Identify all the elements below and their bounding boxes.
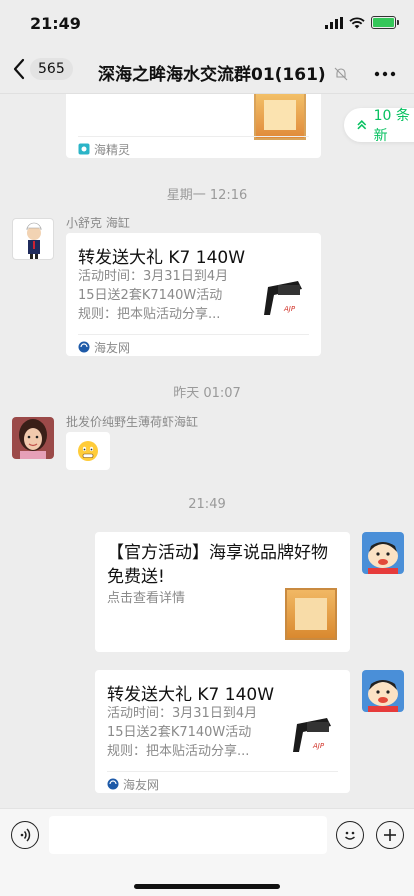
wifi-icon bbox=[349, 16, 365, 28]
app-logo-icon bbox=[78, 341, 90, 353]
chat-title-text: 深海之眸海水交流群01(161) bbox=[98, 65, 326, 85]
svg-text:AJP: AJP bbox=[283, 305, 296, 313]
status-icons bbox=[325, 16, 399, 29]
message-card[interactable]: 转发送大礼 K7 140W 活动时间：3月31日到4月 15日送2套K7140W… bbox=[95, 670, 350, 793]
sender-name: 小舒克 海缸 bbox=[66, 216, 130, 230]
timestamp: 21:49 bbox=[188, 497, 226, 512]
cartoon-avatar-icon bbox=[26, 222, 42, 259]
card-source: 海友网 bbox=[78, 334, 309, 356]
signal-icon bbox=[325, 16, 343, 29]
card-thumbnail: AJP bbox=[287, 708, 339, 760]
card-thumbnail: AJP bbox=[258, 271, 310, 323]
emoji-icon bbox=[345, 831, 355, 840]
chat-title: 深海之眸海水交流群01(161) bbox=[98, 60, 348, 85]
message-card[interactable]: 转发送大礼 K7 140W 活动时间：3月31日到4月 15日送2套K7140W… bbox=[66, 233, 321, 356]
input-bar bbox=[0, 808, 414, 896]
add-icon bbox=[384, 829, 396, 841]
card-description: 点击查看详情 bbox=[107, 591, 186, 606]
card-description: 活动时间：3月31日到4月 15日送2套K7140W活动 规则：把本贴活动分享.… bbox=[107, 706, 258, 759]
avatar[interactable] bbox=[362, 670, 404, 712]
voice-icon bbox=[20, 828, 31, 842]
new-messages-button[interactable]: 10 条新 bbox=[344, 108, 414, 144]
battery-icon bbox=[371, 16, 399, 29]
chat-messages[interactable]: 海精灵 星期一 12:16 小舒克 海缸 转发送大礼 K7 140W 活动时间：… bbox=[0, 94, 414, 808]
app-logo-icon bbox=[78, 143, 90, 155]
back-chevron-icon bbox=[13, 58, 25, 80]
double-chevron-up-icon bbox=[357, 120, 367, 130]
emoji-button[interactable] bbox=[336, 821, 364, 849]
timestamp: 昨天 01:07 bbox=[173, 386, 241, 401]
child-photo-avatar-icon bbox=[12, 417, 54, 459]
lamp-product-icon: AJP bbox=[293, 718, 331, 752]
avatar[interactable] bbox=[12, 218, 54, 260]
emoji-message[interactable] bbox=[66, 432, 110, 470]
more-icon bbox=[374, 71, 396, 77]
chat-header: 565 深海之眸海水交流群01(161) bbox=[0, 48, 414, 94]
card-source-label: 海精灵 bbox=[94, 142, 131, 157]
status-bar: 21:49 bbox=[0, 0, 414, 48]
card-title: 转发送大礼 K7 140W bbox=[107, 685, 275, 705]
timestamp: 星期一 12:16 bbox=[166, 188, 248, 203]
muted-bell-icon bbox=[334, 67, 347, 81]
more-button[interactable] bbox=[374, 58, 396, 82]
voice-button[interactable] bbox=[11, 821, 39, 849]
avatar[interactable] bbox=[12, 417, 54, 459]
lamp-product-icon: AJP bbox=[264, 281, 302, 315]
card-source: 海友网 bbox=[107, 771, 338, 793]
message-card-partial[interactable]: 海精灵 bbox=[66, 94, 321, 158]
card-title: 【官方活动】海享说品牌好物免费送! bbox=[107, 543, 328, 587]
card-thumbnail bbox=[285, 588, 337, 640]
avatar[interactable] bbox=[362, 532, 404, 574]
home-indicator bbox=[134, 884, 280, 889]
new-messages-label: 10 条新 bbox=[373, 108, 410, 144]
cartoon-avatar-icon bbox=[362, 670, 404, 712]
card-source-label: 海友网 bbox=[94, 340, 131, 355]
card-thumbnail bbox=[254, 94, 306, 140]
grimace-emoji-icon bbox=[78, 441, 98, 461]
card-description: 活动时间：3月31日到4月 15日送2套K7140W活动 规则：把本贴活动分享.… bbox=[78, 269, 229, 322]
cartoon-avatar-icon bbox=[362, 532, 404, 574]
add-button[interactable] bbox=[376, 821, 404, 849]
svg-text:AJP: AJP bbox=[312, 742, 325, 750]
card-title: 转发送大礼 K7 140W bbox=[78, 248, 246, 268]
back-button[interactable]: 565 bbox=[12, 58, 73, 80]
message-card[interactable]: 【官方活动】海享说品牌好物免费送! 点击查看详情 bbox=[95, 532, 350, 652]
unread-count-badge: 565 bbox=[30, 58, 73, 80]
card-source-label: 海友网 bbox=[123, 777, 160, 792]
app-logo-icon bbox=[107, 778, 119, 790]
sender-name: 批发价纯野生薄荷虾海缸 bbox=[66, 415, 199, 429]
status-time: 21:49 bbox=[30, 14, 81, 33]
card-source: 海精灵 bbox=[78, 136, 309, 158]
message-input[interactable] bbox=[49, 816, 327, 854]
